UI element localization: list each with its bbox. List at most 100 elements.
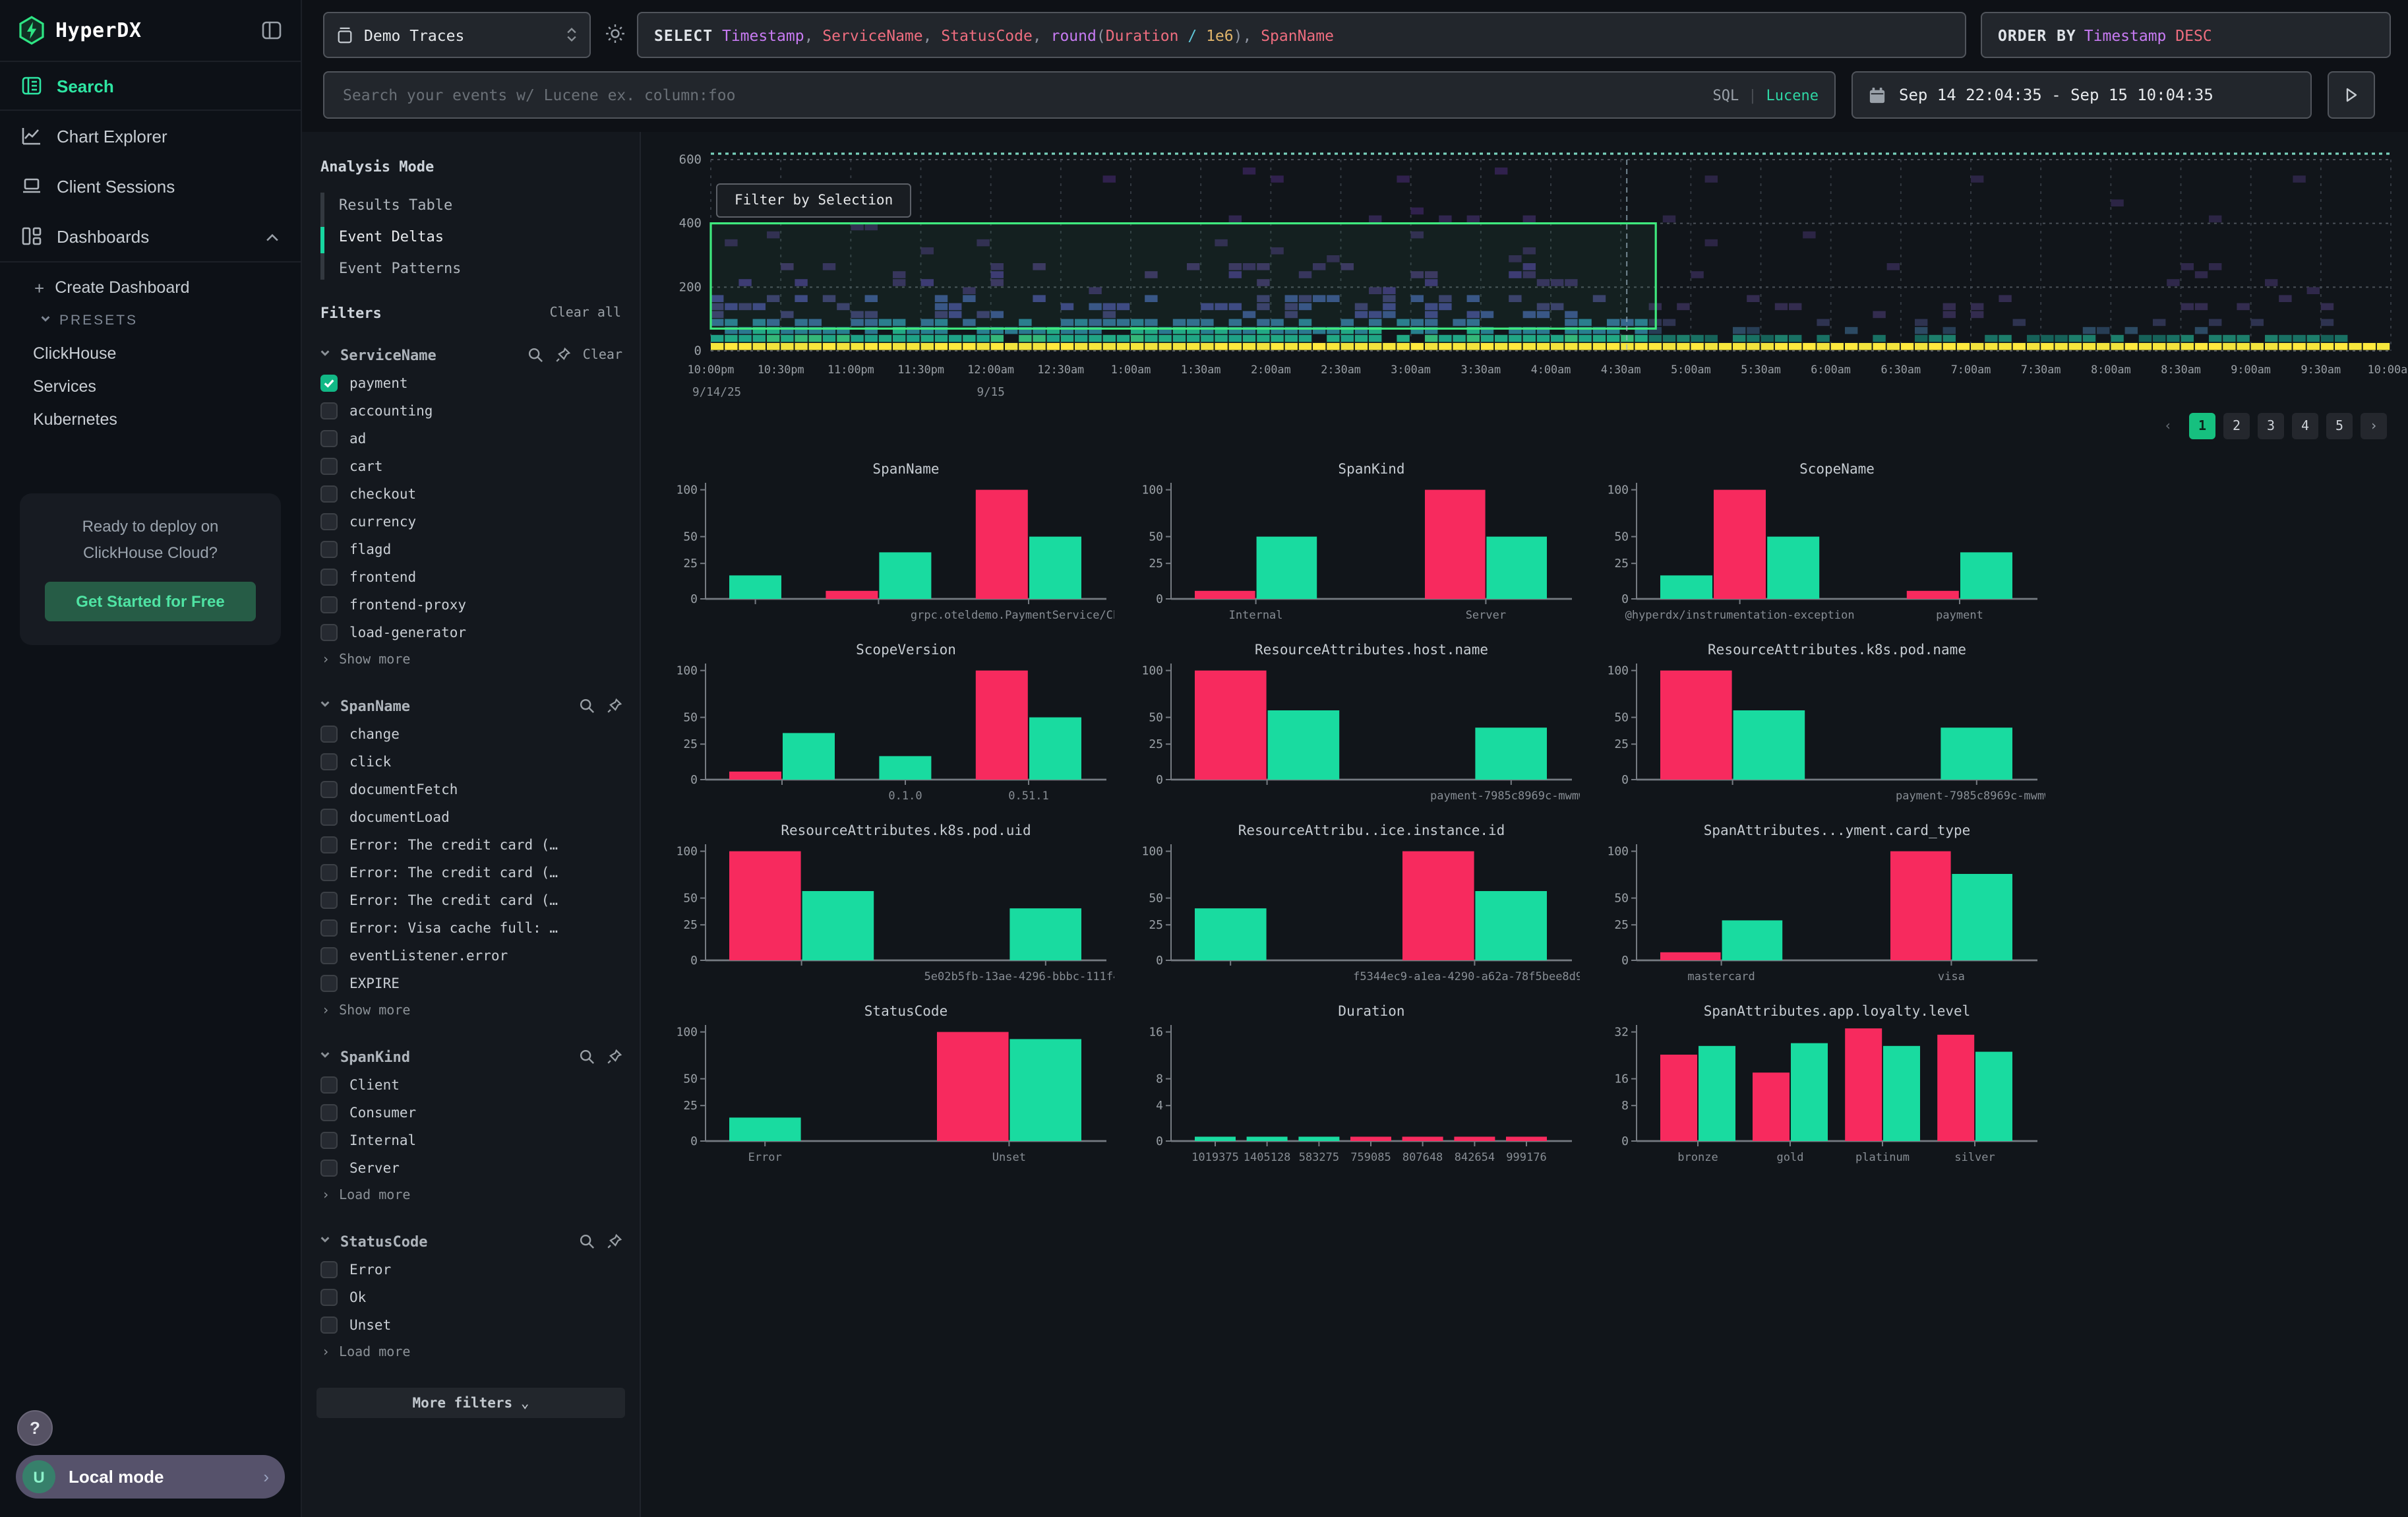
sidebar-preset-clickhouse[interactable]: ClickHouse xyxy=(0,336,301,369)
search-icon[interactable] xyxy=(579,1233,595,1249)
more-filters-button[interactable]: More filters ⌄ xyxy=(316,1388,625,1418)
analysis-mode-results-table[interactable]: Results Table xyxy=(320,189,640,220)
checkbox[interactable] xyxy=(320,753,338,770)
checkbox[interactable] xyxy=(320,1261,338,1278)
sidebar-item-chart-explorer[interactable]: Chart Explorer xyxy=(0,111,301,161)
checkbox[interactable] xyxy=(320,513,338,530)
sidebar-item-client-sessions[interactable]: Client Sessions xyxy=(0,161,301,211)
time-range-picker[interactable]: Sep 14 22:04:35 - Sep 15 10:04:35 xyxy=(1851,71,2312,119)
search-input[interactable] xyxy=(340,84,1713,106)
checkbox[interactable] xyxy=(320,458,338,475)
checkbox[interactable] xyxy=(320,430,338,447)
checkbox[interactable] xyxy=(320,726,338,743)
show-more-button[interactable]: ›Show more xyxy=(302,997,640,1024)
load-more-button[interactable]: ›Load more xyxy=(302,1339,640,1365)
pagination-page-2[interactable]: 2 xyxy=(2223,413,2250,439)
sidebar-item-dashboards[interactable]: Dashboards xyxy=(0,211,301,261)
filter-option-ok[interactable]: Ok xyxy=(302,1284,640,1311)
filter-option-error[interactable]: Error xyxy=(302,1256,640,1284)
filter-option-consumer[interactable]: Consumer xyxy=(302,1099,640,1127)
help-button[interactable]: ? xyxy=(17,1410,53,1446)
filter-option-load-generator[interactable]: load-generator xyxy=(302,619,640,646)
delta-chart-resourceattributes-k8s-pod-name[interactable]: ResourceAttributes.k8s.pod.name02550100p… xyxy=(1597,637,2045,814)
filter-option-checkout[interactable]: checkout xyxy=(302,480,640,508)
sidebar-preset-kubernetes[interactable]: Kubernetes xyxy=(0,402,301,435)
pin-icon[interactable] xyxy=(607,1233,622,1249)
delta-chart-resourceattribu-ice-instance-id[interactable]: ResourceAttribu..ice.instance.id02550100… xyxy=(1131,818,1580,995)
delta-chart-spanname[interactable]: SpanName02550100grpc.oteldemo.PaymentSer… xyxy=(666,456,1114,633)
pin-icon[interactable] xyxy=(607,698,622,714)
sidebar-item-search[interactable]: Search xyxy=(0,61,301,111)
checkbox[interactable] xyxy=(320,1289,338,1306)
get-started-button[interactable]: Get Started for Free xyxy=(45,582,256,621)
filter-option-error-the-credit-card-[interactable]: Error: The credit card (… xyxy=(302,886,640,914)
checkbox[interactable] xyxy=(320,402,338,419)
checkbox[interactable] xyxy=(320,1104,338,1121)
filter-option-payment[interactable]: payment xyxy=(302,369,640,397)
checkbox[interactable] xyxy=(320,836,338,853)
filter-option-frontend[interactable]: frontend xyxy=(302,563,640,591)
gear-icon[interactable] xyxy=(604,22,626,51)
filter-option-ad[interactable]: ad xyxy=(302,425,640,452)
delta-chart-resourceattributes-k8s-pod-uid[interactable]: ResourceAttributes.k8s.pod.uid025501005e… xyxy=(666,818,1114,995)
filter-option-client[interactable]: Client xyxy=(302,1071,640,1099)
pagination-page-5[interactable]: 5 xyxy=(2326,413,2353,439)
filter-group-name[interactable]: SpanName xyxy=(340,697,410,714)
delta-chart-scopeversion[interactable]: ScopeVersion025501000.1.00.51.1 xyxy=(666,637,1114,814)
checkbox[interactable] xyxy=(320,1132,338,1149)
pagination-page-1[interactable]: 1 xyxy=(2189,413,2215,439)
checkbox[interactable] xyxy=(320,541,338,558)
filter-option-documentfetch[interactable]: documentFetch xyxy=(302,776,640,803)
filter-group-name[interactable]: SpanKind xyxy=(340,1048,410,1065)
search-icon[interactable] xyxy=(579,1049,595,1065)
sql-select-input[interactable]: SELECT Timestamp, ServiceName, StatusCod… xyxy=(637,12,1966,58)
show-more-button[interactable]: ›Show more xyxy=(302,646,640,673)
filter-option-cart[interactable]: cart xyxy=(302,452,640,480)
filter-option-click[interactable]: click xyxy=(302,748,640,776)
filter-option-server[interactable]: Server xyxy=(302,1154,640,1182)
filter-group-clear-button[interactable]: Clear xyxy=(583,348,622,362)
local-mode-button[interactable]: U Local mode › xyxy=(16,1455,285,1499)
filter-option-currency[interactable]: currency xyxy=(302,508,640,536)
checkbox[interactable] xyxy=(320,892,338,909)
checkbox[interactable] xyxy=(320,864,338,881)
delta-chart-duration[interactable]: Duration04816101937514051285832757590858… xyxy=(1131,999,1580,1175)
filter-by-selection-button[interactable]: Filter by Selection xyxy=(716,183,911,218)
order-by-input[interactable]: ORDER BY Timestamp DESC xyxy=(1981,12,2391,58)
filter-option-unset[interactable]: Unset xyxy=(302,1311,640,1339)
checkbox[interactable] xyxy=(320,485,338,503)
delta-chart-spanattributes-yment-card-type[interactable]: SpanAttributes...yment.card_type02550100… xyxy=(1597,818,2045,995)
filter-group-name[interactable]: StatusCode xyxy=(340,1233,427,1250)
filter-option-flagd[interactable]: flagd xyxy=(302,536,640,563)
checkbox[interactable] xyxy=(320,919,338,937)
checkbox[interactable] xyxy=(320,1160,338,1177)
checkbox[interactable] xyxy=(320,947,338,964)
pagination-prev-button[interactable]: ‹ xyxy=(2155,413,2181,439)
filter-option-documentload[interactable]: documentLoad xyxy=(302,803,640,831)
filter-option-error-the-credit-card-[interactable]: Error: The credit card (… xyxy=(302,831,640,859)
event-heatmap[interactable]: 020040060010:00pm10:30pm11:00pm11:30pm12… xyxy=(641,132,2408,409)
filter-option-change[interactable]: change xyxy=(302,720,640,748)
sidebar-preset-services[interactable]: Services xyxy=(0,369,301,402)
checkbox[interactable] xyxy=(320,809,338,826)
checkbox[interactable] xyxy=(320,569,338,586)
filter-group-name[interactable]: ServiceName xyxy=(340,346,436,363)
checkbox[interactable] xyxy=(320,624,338,641)
create-dashboard-button[interactable]: + Create Dashboard xyxy=(0,270,301,305)
filter-option-eventlistener-error[interactable]: eventListener.error xyxy=(302,942,640,970)
filter-option-accounting[interactable]: accounting xyxy=(302,397,640,425)
delta-chart-resourceattributes-host-name[interactable]: ResourceAttributes.host.name02550100paym… xyxy=(1131,637,1580,814)
search-icon[interactable] xyxy=(527,347,543,363)
filter-option-expire[interactable]: EXPIRE xyxy=(302,970,640,997)
analysis-mode-event-patterns[interactable]: Event Patterns xyxy=(320,252,640,284)
checkbox[interactable] xyxy=(320,1316,338,1334)
pagination-page-3[interactable]: 3 xyxy=(2258,413,2284,439)
checkbox[interactable] xyxy=(320,975,338,992)
run-query-button[interactable] xyxy=(2328,71,2375,119)
checkbox[interactable] xyxy=(320,375,338,392)
clear-all-filters-button[interactable]: Clear all xyxy=(550,306,621,321)
delta-chart-statuscode[interactable]: StatusCode02550100ErrorUnset xyxy=(666,999,1114,1175)
analysis-mode-event-deltas[interactable]: Event Deltas xyxy=(320,220,640,252)
load-more-button[interactable]: ›Load more xyxy=(302,1182,640,1208)
sidebar-collapse-icon[interactable] xyxy=(261,20,282,41)
